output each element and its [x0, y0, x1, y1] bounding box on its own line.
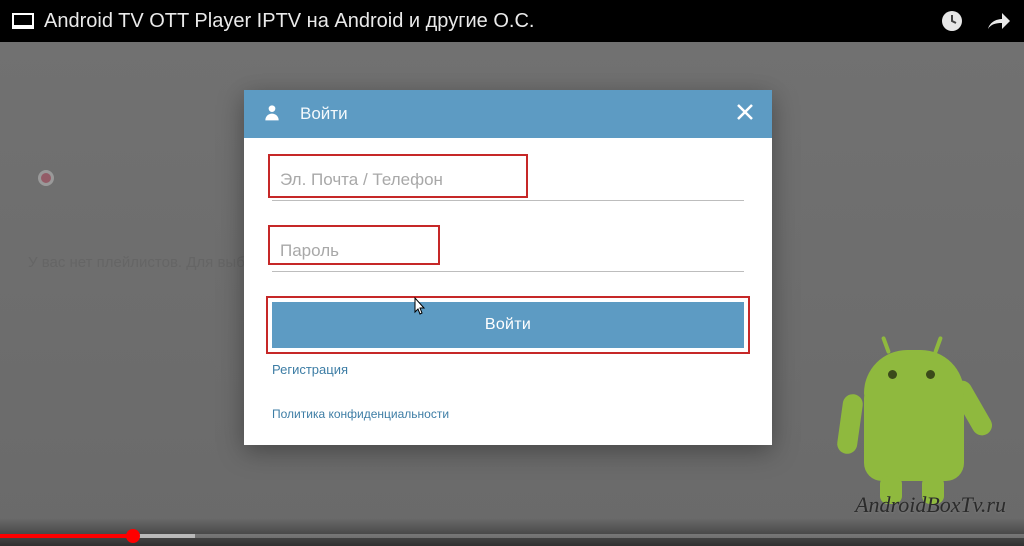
monitor-icon: [12, 13, 34, 29]
password-field-wrap: [272, 227, 744, 272]
email-field[interactable]: [272, 156, 744, 201]
privacy-link[interactable]: Политика конфиденциальности: [272, 407, 744, 421]
email-field-wrap: [272, 156, 744, 201]
watch-later-icon[interactable]: [940, 9, 964, 33]
video-title: Android TV OTT Player IPTV на Android и …: [44, 10, 940, 33]
controls-gradient: [0, 518, 1024, 546]
progress-played: [0, 534, 133, 538]
progress-handle-icon[interactable]: [126, 529, 140, 543]
progress-bar[interactable]: [0, 534, 1024, 538]
login-button-wrap: Войти: [272, 302, 744, 348]
playlist-empty-hint: У вас нет плейлистов. Для выб: [28, 254, 245, 271]
watermark: AndroidBoxTv.ru: [855, 492, 1006, 518]
share-icon[interactable]: [986, 9, 1012, 33]
title-actions: [940, 9, 1012, 33]
modal-body: Войти Регистрация Политика конфиденциаль…: [244, 138, 772, 445]
password-field[interactable]: [272, 227, 744, 272]
video-title-bar: Android TV OTT Player IPTV на Android и …: [0, 0, 1024, 42]
close-icon[interactable]: [736, 101, 754, 127]
video-area[interactable]: У вас нет плейлистов. Для выб Войти Войт…: [0, 42, 1024, 546]
modal-header: Войти: [244, 90, 772, 138]
register-link[interactable]: Регистрация: [272, 362, 744, 377]
modal-title: Войти: [300, 104, 736, 124]
user-icon: [262, 102, 282, 127]
record-dot-icon: [38, 170, 54, 186]
login-modal: Войти Войти Регистрация Политика конфиде…: [244, 90, 772, 445]
android-mascot: [844, 336, 984, 506]
login-button[interactable]: Войти: [272, 302, 744, 348]
